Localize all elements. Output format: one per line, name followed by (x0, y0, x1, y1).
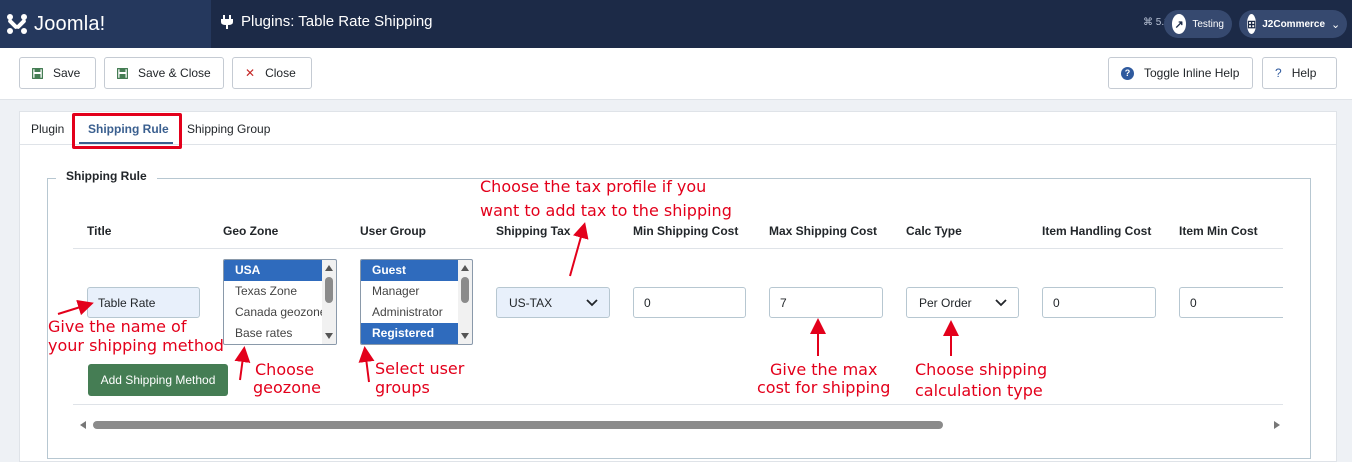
arrow-to-user-group (358, 346, 375, 383)
annotation-arrows (57, 222, 959, 383)
arrow-to-shipping-tax (569, 222, 589, 277)
arrow-to-title (57, 299, 94, 316)
arrow-to-geo-zone (234, 346, 251, 381)
